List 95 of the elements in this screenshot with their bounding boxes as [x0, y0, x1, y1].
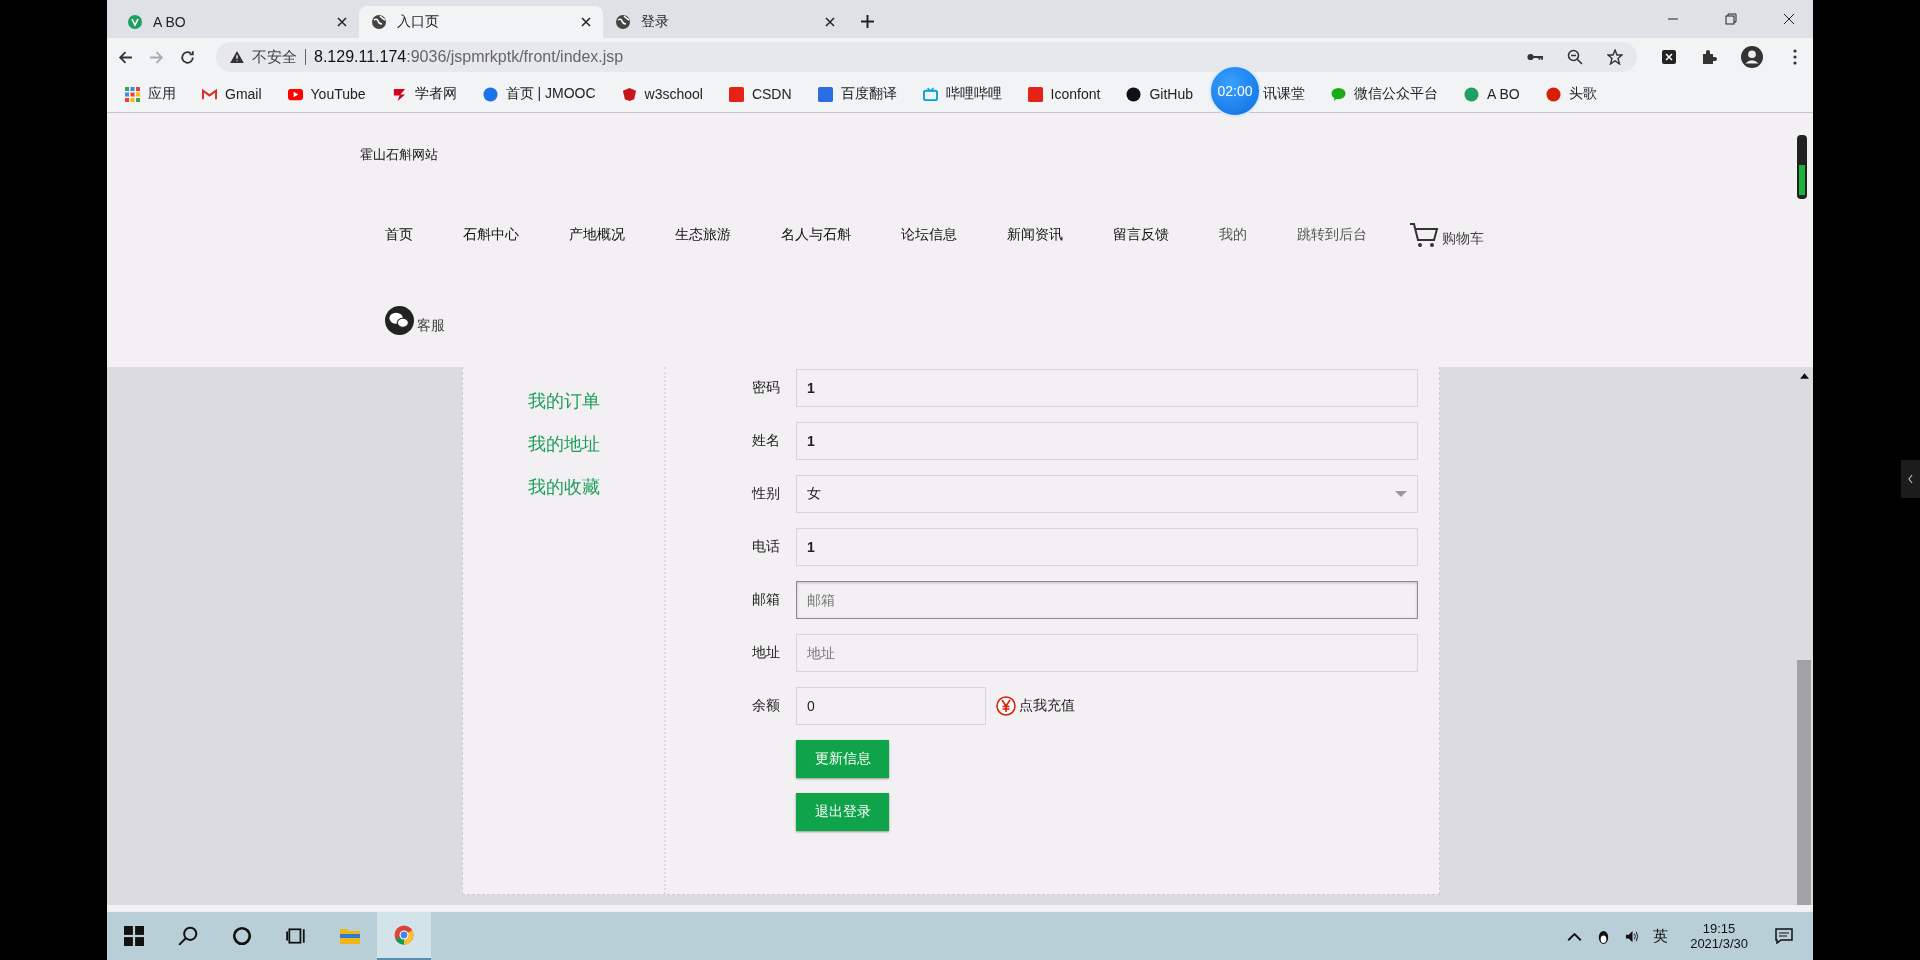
square-logo-icon — [1027, 86, 1043, 102]
nav-link[interactable]: 新闻资讯 — [1007, 226, 1063, 244]
circle-logo-icon — [482, 86, 498, 102]
bookmark[interactable]: 头歌 — [1545, 85, 1597, 103]
close-icon[interactable] — [1783, 13, 1795, 25]
bookmark[interactable]: 百度翻译 — [817, 85, 897, 103]
task-view-icon — [286, 926, 306, 946]
field-label: 电话 — [752, 538, 781, 556]
browser-tab[interactable]: A BO — [115, 6, 359, 38]
nav-link[interactable]: 石斛中心 — [463, 226, 519, 244]
nav-link[interactable]: 生态旅游 — [675, 226, 731, 244]
folder-icon — [340, 926, 360, 946]
new-tab-icon[interactable] — [861, 15, 874, 28]
bookmark[interactable]: 应用 — [125, 85, 176, 103]
select-field[interactable]: 女 — [796, 475, 1418, 513]
account-icon[interactable] — [1741, 46, 1763, 68]
browser-tab[interactable]: 入口页 — [359, 6, 603, 38]
square-logo-icon — [817, 86, 833, 102]
bookmark[interactable]: GitHub — [1126, 86, 1193, 102]
star-icon[interactable] — [1607, 49, 1623, 65]
nav-link[interactable]: 跳转到后台 — [1297, 226, 1367, 244]
nav-link[interactable]: 首页 — [385, 226, 413, 244]
browser-logo-icon — [394, 925, 414, 945]
chat-bubble-icon — [1331, 86, 1346, 102]
input-field[interactable]: 1 — [796, 422, 1418, 460]
windows-logo-icon — [124, 926, 144, 946]
nav-link[interactable]: 我的 — [1219, 226, 1247, 244]
circle-logo-icon — [1545, 86, 1561, 102]
bookmark[interactable]: YouTube — [287, 86, 366, 102]
field-label: 姓名 — [752, 432, 781, 450]
scroll-indicator-icon — [1797, 135, 1807, 199]
notification-icon[interactable] — [1775, 928, 1793, 944]
bookmark[interactable]: 讯课堂 — [1263, 85, 1305, 103]
nav-link[interactable]: 产地概况 — [569, 226, 625, 244]
bookmark[interactable]: Gmail — [202, 86, 262, 102]
yen-icon — [996, 696, 1016, 716]
cart-icon — [1409, 222, 1439, 248]
service-link[interactable]: 客服 — [385, 306, 445, 335]
close-icon[interactable] — [825, 17, 835, 27]
bookmark[interactable]: CSDN — [728, 86, 792, 102]
reload-icon[interactable] — [179, 48, 196, 66]
bookmark[interactable]: w3school — [621, 86, 703, 102]
tv-icon — [922, 86, 938, 102]
nav-link[interactable]: 论坛信息 — [901, 226, 957, 244]
field-label: 邮箱 — [752, 591, 781, 609]
caret-icon — [1395, 491, 1407, 497]
warning-icon — [230, 51, 244, 63]
scrollbar[interactable] — [1795, 367, 1813, 905]
bookmark[interactable]: 哔哩哔哩 — [922, 85, 1002, 103]
square-logo-icon — [728, 86, 744, 102]
circle-logo-icon — [1464, 86, 1479, 102]
play-icon — [287, 86, 303, 102]
close-icon[interactable] — [581, 17, 591, 27]
puzzle-icon[interactable] — [1701, 49, 1717, 65]
url-text: 8.129.11.174:9036/jspmrkptk/front/index.jsp — [314, 48, 624, 66]
bolt-icon — [391, 86, 407, 102]
input-field[interactable]: 邮箱 — [796, 581, 1418, 619]
field-label: 密码 — [752, 379, 781, 397]
chat-icon — [385, 306, 414, 335]
site-title: 霍山石斛网站 — [360, 146, 438, 164]
apps-grid-icon — [125, 86, 140, 102]
envelope-icon — [202, 86, 217, 102]
field-label: 余额 — [752, 697, 781, 715]
bookmark[interactable]: Iconfont — [1027, 86, 1101, 102]
close-icon[interactable] — [337, 17, 347, 27]
address-field[interactable]: 不安全 8.129.11.174:9036/jspmrkptk/front/index.jsp — [216, 42, 1637, 72]
ring-icon — [232, 926, 252, 946]
input-field[interactable]: 1 — [796, 369, 1418, 407]
nav-link[interactable]: 留言反馈 — [1113, 226, 1169, 244]
search-icon — [178, 926, 198, 946]
bookmark[interactable]: 微信公众平台 — [1331, 85, 1438, 103]
scroll-up-icon[interactable] — [1799, 373, 1809, 379]
nav-link[interactable]: 名人与石斛 — [781, 226, 851, 244]
circle-logo-icon — [1126, 86, 1142, 102]
input-field[interactable]: 0 — [796, 687, 986, 725]
shield-icon — [621, 86, 637, 102]
v-logo-icon — [127, 14, 143, 30]
field-label: 性别 — [752, 485, 781, 503]
bookmark[interactable]: 首页 | JMOOC — [482, 85, 596, 103]
bookmark[interactable]: A BO — [1464, 86, 1520, 102]
globe-icon — [615, 14, 631, 30]
extension-icon[interactable] — [1661, 49, 1677, 65]
zoom-out-icon[interactable] — [1567, 49, 1583, 65]
cart-link[interactable]: 购物车 — [1409, 222, 1484, 248]
restore-icon[interactable] — [1725, 13, 1737, 25]
field-label: 地址 — [752, 644, 781, 662]
security-label: 不安全 — [252, 47, 297, 67]
globe-icon — [371, 14, 387, 30]
clock[interactable]: 19:15 2021/3/30 — [1690, 921, 1748, 951]
input-method-indicator[interactable]: 英 — [1653, 926, 1669, 946]
volume-icon[interactable] — [1625, 928, 1641, 944]
bookmark[interactable]: 学者网 — [391, 85, 457, 103]
recharge-link[interactable]: 点我充值 — [996, 696, 1075, 716]
browser-tab[interactable]: 登录 — [603, 6, 847, 38]
input-field[interactable]: 1 — [796, 528, 1418, 566]
